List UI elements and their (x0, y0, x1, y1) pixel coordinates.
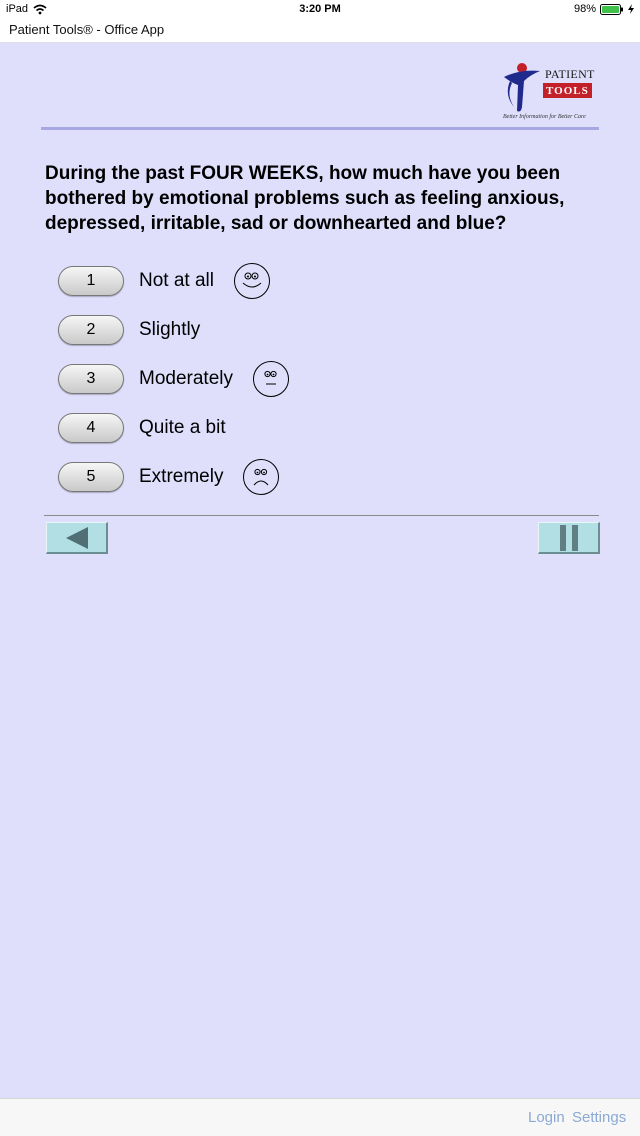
logo-tagline: Better Information for Better Care (503, 114, 586, 120)
option-row-4[interactable]: 4 Quite a bit (58, 411, 226, 445)
logo-text-tools: TOOLS (543, 83, 592, 98)
questionnaire-panel: PATIENT TOOLS Better Information for Bet… (0, 43, 640, 1098)
option-button-3[interactable]: 3 (58, 364, 124, 394)
back-button[interactable] (46, 522, 108, 554)
login-link[interactable]: Login (528, 1109, 565, 1126)
pause-button[interactable] (538, 522, 600, 554)
option-button-2[interactable]: 2 (58, 315, 124, 345)
question-text: During the past FOUR WEEKS, how much hav… (45, 163, 565, 234)
back-arrow-icon (65, 526, 88, 549)
battery-percent: 98% (573, 3, 596, 15)
bottom-toolbar: Login Settings (0, 1098, 640, 1136)
logo-text-patient: PATIENT (545, 67, 595, 81)
options-divider (44, 515, 599, 516)
app-title-bar: Patient Tools® - Office App (0, 20, 640, 43)
pause-icon (559, 524, 578, 551)
charging-icon (628, 4, 634, 14)
option-row-2[interactable]: 2 Slightly (58, 313, 200, 347)
logo-figure-icon (504, 63, 540, 112)
option-label-4: Quite a bit (139, 417, 226, 438)
settings-link[interactable]: Settings (572, 1109, 626, 1126)
patient-tools-logo: PATIENT TOOLS Better Information for Bet… (500, 61, 604, 125)
option-row-1[interactable]: 1 Not at all (58, 263, 271, 299)
frowning-face-icon (243, 459, 280, 495)
option-label-2: Slightly (139, 319, 201, 340)
option-label-1: Not at all (139, 270, 214, 291)
option-label-3: Moderately (139, 368, 233, 389)
header-divider (41, 127, 599, 130)
option-row-3[interactable]: 3 Moderately (58, 361, 290, 397)
option-button-5[interactable]: 5 (58, 462, 124, 492)
smiley-face-icon (233, 263, 270, 299)
status-time: 3:20 PM (299, 3, 341, 15)
option-button-4[interactable]: 4 (58, 413, 124, 443)
status-bar: iPad 3:20 PM 98% (0, 0, 640, 20)
option-row-5[interactable]: 5 Extremely (58, 459, 280, 495)
neutral-face-icon (253, 361, 289, 397)
option-button-1[interactable]: 1 (58, 266, 124, 296)
app-title: Patient Tools® - Office App (9, 22, 165, 37)
status-right: 98% (574, 3, 634, 15)
option-label-5: Extremely (139, 466, 224, 487)
battery-icon (600, 3, 623, 15)
